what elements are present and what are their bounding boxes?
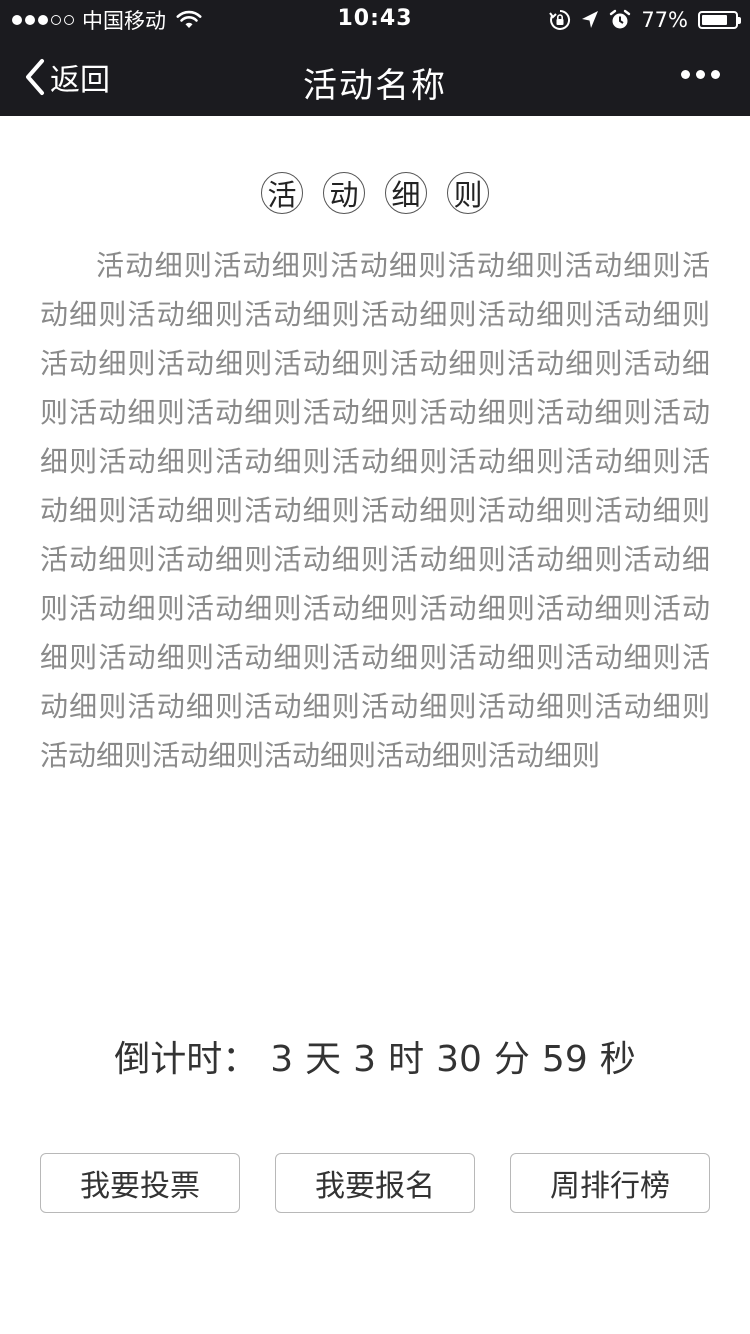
rules-heading: 活 动 细 则 bbox=[40, 172, 710, 214]
location-arrow-icon bbox=[582, 11, 599, 28]
orientation-lock-icon bbox=[549, 9, 571, 30]
countdown-seconds: 59 bbox=[541, 1039, 588, 1080]
countdown-seconds-unit: 秒 bbox=[599, 1039, 636, 1080]
navigation-bar: 返回 活动名称 bbox=[0, 40, 750, 116]
main-content: 活 动 细 则 活动细则活动细则活动细则活动细则活动细则活动细则活动细则活动细则… bbox=[40, 116, 710, 780]
page-title: 活动名称 bbox=[303, 66, 447, 106]
rules-heading-char: 则 bbox=[447, 172, 489, 214]
countdown-days-unit: 天 bbox=[305, 1039, 342, 1080]
countdown-hours: 3 bbox=[353, 1039, 377, 1080]
countdown-minutes: 30 bbox=[436, 1039, 482, 1080]
signup-button[interactable]: 我要报名 bbox=[275, 1153, 475, 1213]
countdown-minutes-unit: 分 bbox=[493, 1039, 530, 1080]
countdown-timer: 倒计时： 3 天 3 时 30 分 59 秒 bbox=[0, 1030, 750, 1082]
battery-icon bbox=[698, 11, 741, 29]
status-right: 77% bbox=[549, 6, 741, 34]
status-bar: 中国移动 10:43 77% bbox=[0, 0, 750, 40]
rules-heading-char: 活 bbox=[261, 172, 303, 214]
action-buttons: 我要投票 我要报名 周排行榜 bbox=[40, 1153, 710, 1213]
countdown-days: 3 bbox=[270, 1039, 294, 1080]
more-options-icon[interactable] bbox=[681, 66, 720, 83]
vote-button[interactable]: 我要投票 bbox=[40, 1153, 240, 1213]
rules-heading-char: 细 bbox=[385, 172, 427, 214]
battery-level bbox=[702, 15, 727, 25]
rules-body-text: 活动细则活动细则活动细则活动细则活动细则活动细则活动细则活动细则活动细则活动细则… bbox=[40, 249, 710, 772]
weekly-ranking-button[interactable]: 周排行榜 bbox=[510, 1153, 710, 1213]
countdown-hours-unit: 时 bbox=[388, 1039, 425, 1080]
countdown-label: 倒计时： bbox=[114, 1039, 259, 1080]
battery-percent: 77% bbox=[641, 8, 688, 32]
alarm-icon bbox=[610, 9, 631, 29]
rules-heading-char: 动 bbox=[323, 172, 365, 214]
